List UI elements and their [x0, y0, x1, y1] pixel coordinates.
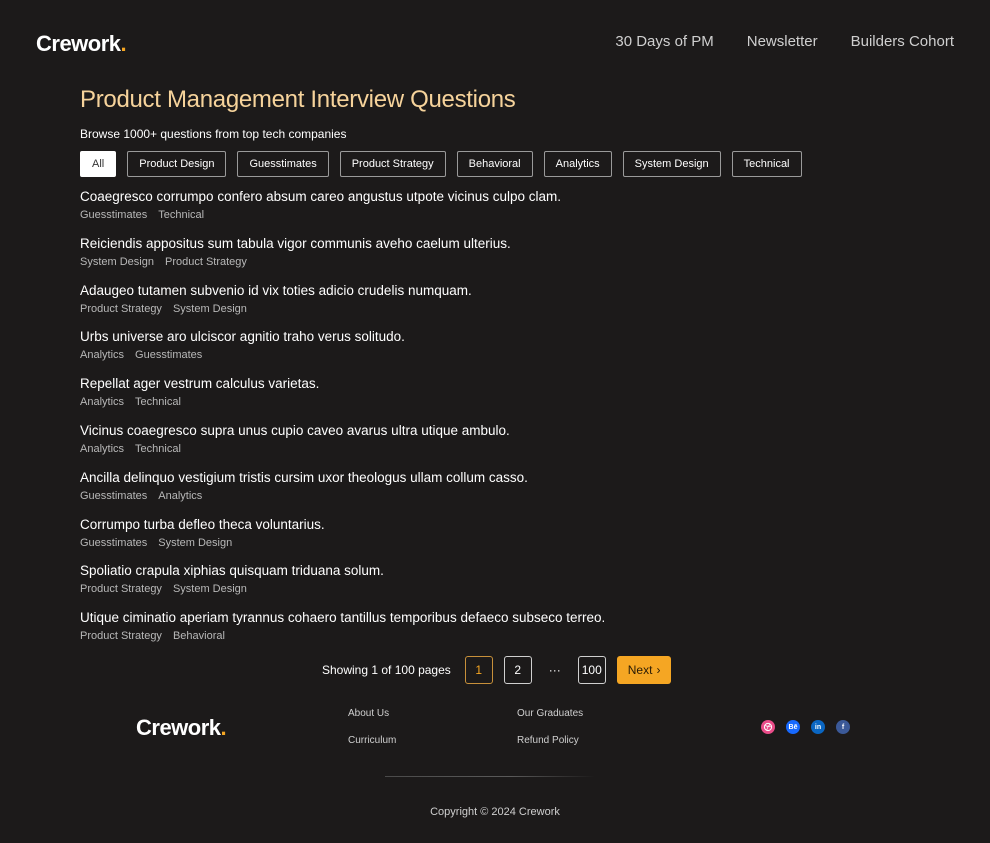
- question-tag: Guesstimates: [80, 536, 148, 549]
- nav-newsletter[interactable]: Newsletter: [747, 33, 818, 50]
- question-title[interactable]: Adaugeo tutamen subvenio id vix toties a…: [80, 282, 910, 300]
- question-tags: Product Strategy Behavioral: [80, 630, 910, 642]
- footer-link-curriculum[interactable]: Curriculum: [348, 735, 396, 762]
- question-tags: Product Strategy System Design: [80, 303, 910, 315]
- question-tag: System Design: [172, 302, 247, 315]
- question-tag: Technical: [158, 209, 205, 221]
- question-title[interactable]: Ancilla delinquo vestigium tristis cursi…: [80, 469, 910, 487]
- nav-30-days-of-pm[interactable]: 30 Days of PM: [615, 33, 713, 50]
- question-tags: Guesstimates Analytics: [80, 490, 910, 502]
- question-tag: Product Strategy: [80, 583, 162, 596]
- facebook-icon-glyph: f: [841, 723, 845, 731]
- logo-text: Crework: [136, 715, 221, 740]
- pagination-status: Showing 1 of 100 pages: [322, 663, 451, 677]
- linkedin-icon-glyph: in: [814, 723, 822, 731]
- question-title[interactable]: Utique ciminatio aperiam tyrannus cohaer…: [80, 609, 910, 627]
- next-button-label: Next: [627, 663, 653, 677]
- question-tags: Analytics Technical: [80, 443, 910, 455]
- question-tag: Guesstimates: [80, 489, 148, 502]
- pagination: Showing 1 of 100 pages 1 2 ··· 100 Next …: [322, 656, 672, 684]
- facebook-icon[interactable]: f: [836, 720, 850, 734]
- filter-chips: All Product Design Guesstimates Product …: [80, 151, 802, 177]
- filter-product-design[interactable]: Product Design: [127, 151, 227, 177]
- page-title: Product Management Interview Questions: [80, 86, 516, 113]
- question-list: Coaegresco corrumpo confero absum careo …: [80, 188, 910, 656]
- filter-all[interactable]: All: [80, 151, 117, 177]
- question-title[interactable]: Reiciendis appositus sum tabula vigor co…: [80, 235, 910, 253]
- dribbble-icon[interactable]: [761, 720, 775, 734]
- question-tags: Analytics Technical: [80, 396, 910, 408]
- question-title[interactable]: Urbs universe aro ulciscor agnitio traho…: [80, 328, 910, 346]
- question-item: Corrumpo turba defleo theca voluntarius.…: [80, 516, 910, 563]
- logo-dot: .: [120, 31, 127, 56]
- footer-links-col2: Our Graduates Refund Policy: [517, 708, 583, 762]
- filter-behavioral[interactable]: Behavioral: [456, 151, 533, 177]
- question-title[interactable]: Coaegresco corrumpo confero absum careo …: [80, 188, 910, 206]
- behance-icon[interactable]: Bē: [786, 720, 800, 734]
- chevron-right-icon: ›: [656, 663, 661, 677]
- question-item: Spoliatio crapula xiphias quisquam tridu…: [80, 562, 910, 609]
- question-item: Vicinus coaegresco supra unus cupio cave…: [80, 422, 910, 469]
- question-tag: Technical: [135, 442, 181, 455]
- filter-guesstimates[interactable]: Guesstimates: [237, 151, 329, 177]
- question-tag: Analytics: [80, 349, 125, 362]
- next-button[interactable]: Next ›: [616, 656, 672, 684]
- question-item: Coaegresco corrumpo confero absum careo …: [80, 188, 910, 235]
- question-tag: Product Strategy: [80, 630, 162, 643]
- question-title[interactable]: Repellat ager vestrum calculus varietas.: [80, 375, 910, 393]
- question-tag: Technical: [135, 396, 181, 409]
- header-logo[interactable]: Crework.: [36, 31, 127, 57]
- pagination-ellipsis: ···: [548, 663, 561, 677]
- question-tags: System Design Product Strategy: [80, 256, 910, 268]
- question-tag: Product Strategy: [80, 302, 162, 315]
- question-tags: Analytics Guesstimates: [80, 349, 910, 361]
- footer-link-refund-policy[interactable]: Refund Policy: [517, 735, 583, 762]
- question-tags: Guesstimates Technical: [80, 209, 910, 221]
- nav-builders-cohort[interactable]: Builders Cohort: [851, 33, 954, 50]
- question-tag: Analytics: [80, 442, 125, 455]
- filter-system-design[interactable]: System Design: [622, 151, 721, 177]
- question-tag: Behavioral: [172, 630, 225, 643]
- copyright: Copyright © 2024 Crework: [430, 806, 560, 818]
- logo-dot: .: [220, 715, 227, 740]
- filter-analytics[interactable]: Analytics: [543, 151, 612, 177]
- page-subtitle: Browse 1000+ questions from top tech com…: [80, 127, 347, 141]
- social-links: Bē in f: [761, 720, 850, 734]
- question-tag: Product Strategy: [164, 255, 247, 268]
- question-tags: Guesstimates System Design: [80, 537, 910, 549]
- logo-text: Crework: [36, 31, 121, 56]
- question-tags: Product Strategy System Design: [80, 583, 910, 595]
- question-item: Ancilla delinquo vestigium tristis cursi…: [80, 469, 910, 516]
- filter-product-strategy[interactable]: Product Strategy: [339, 151, 446, 177]
- question-tag: System Design: [158, 536, 233, 549]
- question-title[interactable]: Spoliatio crapula xiphias quisquam tridu…: [80, 562, 910, 580]
- question-item: Reiciendis appositus sum tabula vigor co…: [80, 235, 910, 282]
- question-item: Repellat ager vestrum calculus varietas.…: [80, 375, 910, 422]
- question-tag: Analytics: [158, 489, 203, 502]
- page-button-1[interactable]: 1: [464, 656, 493, 684]
- filter-technical[interactable]: Technical: [731, 151, 802, 177]
- question-item: Urbs universe aro ulciscor agnitio traho…: [80, 328, 910, 375]
- behance-icon-glyph: Bē: [788, 723, 798, 731]
- question-item: Adaugeo tutamen subvenio id vix toties a…: [80, 282, 910, 329]
- footer-links-col1: About Us Curriculum: [348, 708, 396, 762]
- question-title[interactable]: Vicinus coaegresco supra unus cupio cave…: [80, 422, 910, 440]
- page-button-2[interactable]: 2: [503, 656, 532, 684]
- question-tag: Analytics: [80, 396, 125, 409]
- question-tag: Guesstimates: [80, 209, 148, 221]
- question-tag: System Design: [172, 583, 247, 596]
- question-tag: System Design: [80, 255, 154, 268]
- footer-logo[interactable]: Crework.: [136, 715, 227, 741]
- question-item: Utique ciminatio aperiam tyrannus cohaer…: [80, 609, 910, 656]
- footer-link-about-us[interactable]: About Us: [348, 708, 396, 735]
- linkedin-icon[interactable]: in: [811, 720, 825, 734]
- top-nav: 30 Days of PM Newsletter Builders Cohort: [615, 33, 954, 50]
- question-title[interactable]: Corrumpo turba defleo theca voluntarius.: [80, 516, 910, 534]
- page-button-last[interactable]: 100: [577, 656, 606, 684]
- footer-link-our-graduates[interactable]: Our Graduates: [517, 708, 583, 735]
- footer-divider: [385, 776, 595, 777]
- question-tag: Guesstimates: [135, 349, 203, 362]
